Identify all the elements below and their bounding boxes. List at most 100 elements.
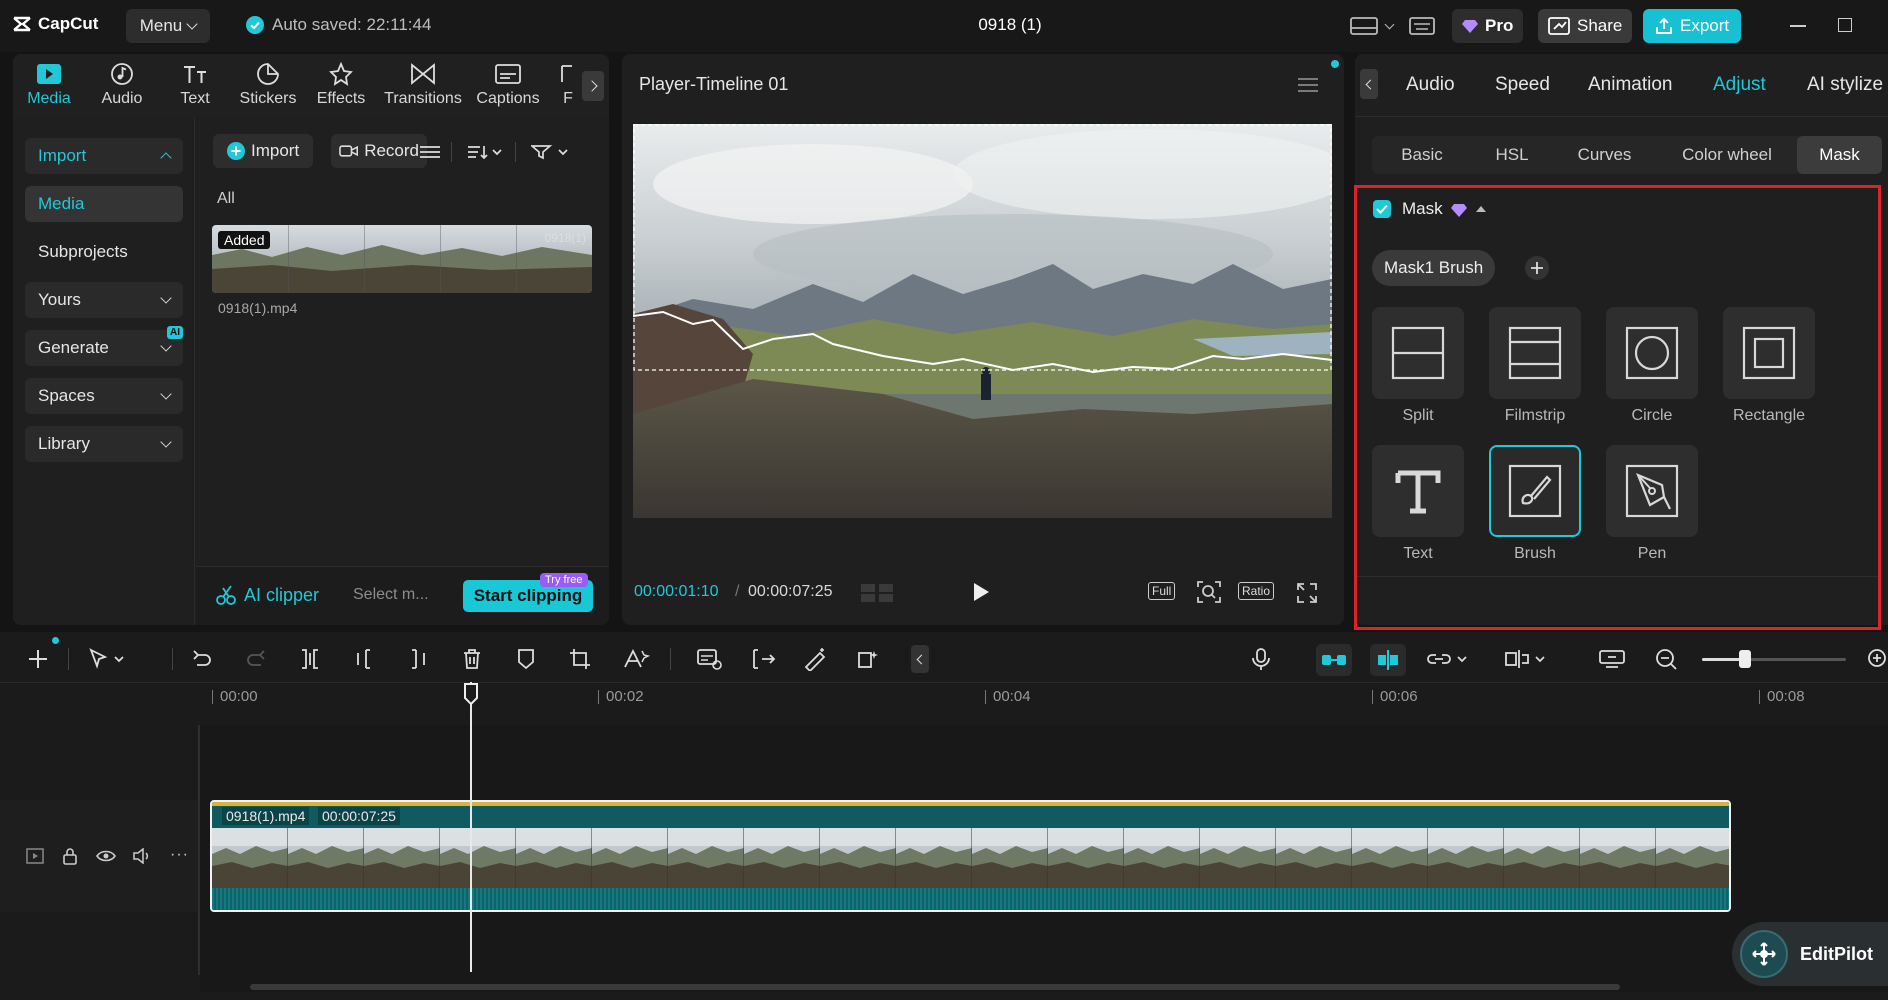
maximize-icon[interactable] bbox=[1838, 18, 1852, 32]
subtab-color-wheel[interactable]: Color wheel bbox=[1657, 136, 1797, 174]
tab-stickers[interactable]: Stickers bbox=[232, 62, 304, 108]
zoom-out-icon[interactable] bbox=[1654, 647, 1678, 671]
ai-effects-icon[interactable] bbox=[856, 647, 884, 671]
video-preview[interactable] bbox=[633, 124, 1332, 518]
toolbar-collapse-button[interactable] bbox=[911, 645, 929, 673]
play-icon[interactable] bbox=[972, 582, 990, 602]
tab-ai-stylize[interactable]: AI stylize bbox=[1807, 74, 1883, 96]
filter-icon[interactable] bbox=[531, 144, 571, 160]
mask-circle[interactable] bbox=[1606, 307, 1698, 399]
timeline-clip[interactable]: 0918(1).mp4 00:00:07:25 bbox=[210, 800, 1731, 912]
mask-brush[interactable] bbox=[1489, 445, 1581, 537]
tab-audio[interactable]: Audio bbox=[86, 62, 158, 108]
add-track-icon[interactable] bbox=[26, 647, 50, 671]
lock-icon[interactable] bbox=[62, 847, 78, 865]
magic-wand-icon[interactable] bbox=[802, 647, 828, 671]
mask-pen-label: Pen bbox=[1637, 545, 1667, 562]
tab-speed[interactable]: Speed bbox=[1495, 74, 1550, 96]
fit-timeline-icon[interactable] bbox=[1598, 647, 1626, 671]
playhead-line[interactable] bbox=[470, 682, 472, 972]
preview-axis-icon[interactable] bbox=[1504, 647, 1548, 671]
smart-edit-icon[interactable] bbox=[696, 647, 724, 671]
eye-icon[interactable] bbox=[96, 849, 116, 863]
export-button[interactable]: Export bbox=[1643, 9, 1742, 43]
tab-text[interactable]: Text bbox=[159, 62, 231, 108]
tab-audio-inspector[interactable]: Audio bbox=[1406, 74, 1455, 96]
mask-pen[interactable] bbox=[1606, 445, 1698, 537]
link-toggle-button[interactable] bbox=[1316, 644, 1352, 676]
tab-media[interactable]: Media bbox=[13, 62, 85, 108]
subtab-mask[interactable]: Mask bbox=[1797, 136, 1882, 174]
split-left-icon[interactable] bbox=[352, 647, 376, 671]
select-cursor-icon[interactable] bbox=[88, 647, 128, 671]
editpilot-button[interactable]: EditPilot bbox=[1732, 922, 1888, 986]
zoom-slider-handle[interactable] bbox=[1739, 650, 1751, 668]
select-media-field[interactable]: Select m... bbox=[353, 586, 429, 604]
microphone-icon[interactable] bbox=[1250, 647, 1272, 671]
ratio-button[interactable]: Ratio bbox=[1238, 582, 1275, 600]
extract-icon[interactable] bbox=[750, 647, 778, 671]
subtab-curves[interactable]: Curves bbox=[1552, 136, 1657, 174]
sort-icon[interactable] bbox=[467, 144, 503, 160]
add-mask-button[interactable] bbox=[1525, 256, 1549, 280]
zoom-fit-icon[interactable] bbox=[1196, 580, 1222, 604]
tab-more[interactable]: F bbox=[553, 62, 583, 108]
chain-link-icon[interactable] bbox=[1426, 647, 1470, 671]
split-icon[interactable] bbox=[298, 647, 322, 671]
mask-rectangle[interactable] bbox=[1723, 307, 1815, 399]
sidebar-item-import[interactable]: Import bbox=[25, 138, 183, 174]
subtab-basic[interactable]: Basic bbox=[1372, 136, 1472, 174]
sidebar-item-library[interactable]: Library bbox=[25, 426, 183, 462]
media-clip-thumbnail[interactable]: Added 0918(1) bbox=[212, 225, 592, 293]
mask-filmstrip[interactable] bbox=[1489, 307, 1581, 399]
record-button[interactable]: Record bbox=[331, 134, 427, 168]
menu-button[interactable]: Menu bbox=[126, 9, 210, 43]
keyboard-icon[interactable] bbox=[1409, 16, 1435, 36]
share-button[interactable]: Share bbox=[1538, 9, 1633, 43]
mask-enable-checkbox[interactable] bbox=[1373, 200, 1391, 218]
tab-captions[interactable]: Captions bbox=[470, 62, 546, 108]
split-right-icon[interactable] bbox=[406, 647, 430, 671]
tab-animation[interactable]: Animation bbox=[1588, 74, 1673, 96]
fullscreen-icon[interactable] bbox=[1296, 582, 1318, 604]
minimize-icon[interactable] bbox=[1790, 25, 1806, 27]
snap-toggle-button[interactable] bbox=[1370, 644, 1406, 676]
layout-icon[interactable] bbox=[1350, 16, 1378, 36]
more-options-icon[interactable]: ··· bbox=[170, 846, 189, 864]
filter-all-label[interactable]: All bbox=[217, 190, 235, 208]
crop-icon[interactable] bbox=[568, 647, 592, 671]
full-quality-button[interactable]: Full bbox=[1148, 582, 1176, 600]
ai-clipper-title[interactable]: AI clipper bbox=[215, 584, 319, 606]
timeline-scrollbar[interactable] bbox=[250, 984, 1620, 990]
cover-icon[interactable] bbox=[26, 848, 44, 864]
sidebar-item-media[interactable]: Media bbox=[25, 186, 183, 222]
import-button[interactable]: Import bbox=[213, 134, 314, 168]
inspector-scroll-left-button[interactable] bbox=[1360, 69, 1378, 99]
subtab-hsl[interactable]: HSL bbox=[1472, 136, 1552, 174]
redo-icon[interactable] bbox=[244, 647, 268, 671]
volume-icon[interactable] bbox=[132, 848, 152, 864]
zoom-in-icon[interactable] bbox=[1866, 647, 1888, 671]
mask-split[interactable] bbox=[1372, 307, 1464, 399]
playhead-handle-icon[interactable] bbox=[463, 682, 479, 706]
collapse-caret-icon[interactable] bbox=[1476, 206, 1486, 212]
auto-reframe-icon[interactable] bbox=[622, 647, 650, 671]
chevron-down-icon[interactable] bbox=[1384, 19, 1395, 29]
sidebar-item-subprojects[interactable]: Subprojects bbox=[25, 234, 183, 270]
tab-adjust[interactable]: Adjust bbox=[1713, 74, 1766, 96]
mask-text[interactable] bbox=[1372, 445, 1464, 537]
sidebar-item-spaces[interactable]: Spaces bbox=[25, 378, 183, 414]
marker-icon[interactable] bbox=[514, 647, 538, 671]
sidebar-item-yours[interactable]: Yours bbox=[25, 282, 183, 318]
pro-button[interactable]: Pro bbox=[1452, 9, 1524, 43]
tab-transitions[interactable]: Transitions bbox=[383, 62, 463, 108]
sidebar-item-label: Subprojects bbox=[38, 242, 128, 261]
sidebar-item-generate[interactable]: Generate bbox=[25, 330, 183, 366]
toolbar-scroll-right-button[interactable] bbox=[582, 71, 604, 101]
delete-icon[interactable] bbox=[460, 647, 484, 671]
list-view-icon[interactable] bbox=[419, 144, 441, 160]
mask-chip[interactable]: Mask1 Brush bbox=[1372, 250, 1496, 286]
player-menu-icon[interactable] bbox=[1297, 76, 1319, 94]
tab-effects[interactable]: Effects bbox=[305, 62, 377, 108]
undo-icon[interactable] bbox=[190, 647, 214, 671]
